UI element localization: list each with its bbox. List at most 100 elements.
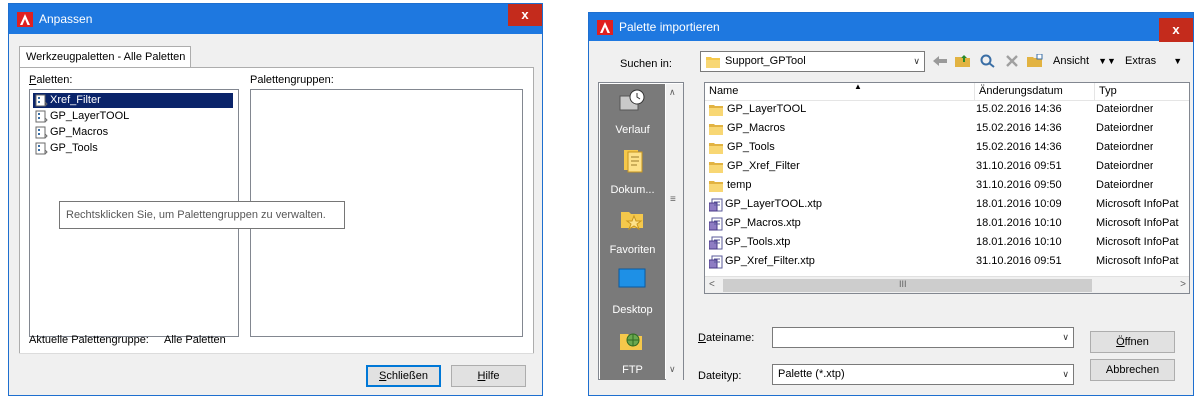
palette-item-gp-macros[interactable]: GP_Macros [33,125,233,140]
file-name: GP_Xref_Filter.xtp [725,255,815,267]
file-list[interactable]: Name ▲ Änderungsdatum Typ GP_LayerTOOL 1… [704,82,1190,294]
file-name: GP_LayerTOOL.xtp [725,198,823,210]
palette-item-label: Xref_Filter [50,94,101,106]
file-date: 31.10.2016 09:51 [976,255,1062,267]
file-row[interactable]: GP_Tools 15.02.2016 14:36 Dateiordner [705,138,1189,157]
file-row[interactable]: GP_LayerTOOL 15.02.2016 14:36 Dateiordne… [705,100,1189,119]
view-menu-label: Ansicht [1053,55,1090,67]
file-row[interactable]: GP_Tools.xtp 18.01.2016 10:10 Microsoft … [705,233,1189,252]
import-close-button[interactable]: x [1159,18,1193,42]
file-row[interactable]: GP_LayerTOOL.xtp 18.01.2016 10:09 Micros… [705,195,1189,214]
palette-groups-label: Palettengruppen: [250,74,334,86]
scroll-up-icon[interactable]: ∧ [669,87,676,98]
scroll-right-icon[interactable]: > [1180,279,1186,290]
delete-icon[interactable] [1004,54,1020,68]
folder-icon [709,143,723,154]
xtp-file-icon [709,217,723,231]
file-date: 15.02.2016 14:36 [976,103,1062,115]
file-name: GP_Tools [727,141,775,153]
tools-menu[interactable]: ▼ Extras ▼ [1107,55,1182,67]
customize-dialog: Anpassen x Werkzeugpaletten - Alle Palet… [8,3,543,396]
tab-palettes-all[interactable]: Werkzeugpaletten - Alle Paletten [19,46,191,68]
palette-item-gp-layertool[interactable]: GP_LayerTOOL [33,109,233,124]
column-header-type[interactable]: Typ [1095,83,1189,101]
documents-icon[interactable] [622,148,644,174]
file-date: 15.02.2016 14:36 [976,122,1062,134]
palette-item-gp-tools[interactable]: GP_Tools [33,141,233,156]
look-in-combo[interactable]: Support_GPTool ∨ [700,51,925,72]
palette-icon [35,126,48,139]
file-row[interactable]: temp 31.10.2016 09:50 Dateiordner [705,176,1189,195]
scroll-thumb[interactable] [723,279,1092,292]
look-in-value: Support_GPTool [725,55,806,67]
place-ftp[interactable]: FTP [600,364,665,376]
customize-titlebar[interactable]: Anpassen [9,4,542,34]
file-type: Microsoft InfoPat [1096,255,1179,267]
folder-icon [709,105,723,116]
file-type: Dateiordner [1096,179,1154,191]
view-menu[interactable]: Ansicht ▼ [1053,55,1107,67]
palette-item-xref-filter[interactable]: Xref_Filter [33,93,233,108]
filename-input[interactable]: ∨ [772,327,1074,348]
file-row[interactable]: GP_Macros 15.02.2016 14:36 Dateiordner [705,119,1189,138]
file-type: Microsoft InfoPat [1096,198,1179,210]
scroll-grip-icon: ≡ [670,194,676,205]
import-titlebar[interactable]: Palette importieren [589,13,1193,41]
filetype-select[interactable]: Palette (*.xtp) ∨ [772,364,1074,385]
history-icon[interactable] [618,88,646,116]
column-header-name[interactable]: Name [705,83,975,101]
file-date: 31.10.2016 09:50 [976,179,1062,191]
file-row[interactable]: GP_Xref_Filter.xtp 31.10.2016 09:51 Micr… [705,252,1189,271]
palettes-label: Paletten: [29,74,73,86]
file-name: GP_LayerTOOL [727,103,807,115]
file-name: GP_Tools.xtp [725,236,791,248]
scroll-down-icon[interactable]: ∨ [669,364,676,375]
file-type: Microsoft InfoPat [1096,217,1179,229]
file-name: GP_Xref_Filter [727,160,800,172]
new-folder-icon[interactable] [1027,54,1043,68]
up-folder-icon[interactable] [955,54,971,68]
close-button[interactable]: Schließen [366,365,441,387]
column-header-date[interactable]: Änderungsdatum [975,83,1095,101]
import-title: Palette importieren [619,20,720,34]
open-button[interactable]: Öffnen [1090,331,1175,353]
palette-groups-tooltip: Rechtsklicken Sie, um Palettengruppen zu… [59,201,345,229]
file-name: temp [727,179,752,191]
filename-label: Dateiname: [698,332,755,344]
autocad-logo-icon [17,12,33,27]
back-icon[interactable] [932,54,948,68]
place-documents[interactable]: Dokum... [600,184,665,196]
places-bar: Verlauf Dokum... Favoriten Desktop FTP ∧… [598,82,684,380]
file-type: Dateiordner [1096,103,1154,115]
file-type: Dateiordner [1096,160,1154,172]
search-web-icon[interactable] [980,54,996,68]
close-icon: x [521,7,529,22]
places-scrollbar[interactable]: ∧ ≡ ∨ [666,84,683,380]
xtp-file-icon [709,198,723,212]
help-button[interactable]: Hilfe [451,365,526,387]
dropdown-arrow-icon: ▼ [1173,56,1183,66]
file-list-hscrollbar[interactable]: < III > [705,276,1189,293]
folder-icon [709,162,723,173]
favorites-icon[interactable] [620,206,646,232]
ftp-icon[interactable] [618,326,646,354]
file-name: GP_Macros [727,122,786,134]
filetype-label: Dateityp: [698,370,742,382]
look-in-label: Suchen in: [620,58,672,70]
desktop-icon[interactable] [618,268,646,290]
palette-item-label: GP_Tools [50,142,98,154]
scroll-grip: III [899,279,907,289]
divider [19,353,534,354]
place-desktop[interactable]: Desktop [600,304,665,316]
place-favorites[interactable]: Favoriten [600,244,665,256]
chevron-down-icon: ∨ [1062,369,1069,379]
file-row[interactable]: GP_Macros.xtp 18.01.2016 10:10 Microsoft… [705,214,1189,233]
folder-icon [706,57,720,68]
customize-close-button[interactable]: x [508,4,542,26]
place-history[interactable]: Verlauf [600,124,665,136]
scroll-left-icon[interactable]: < [709,279,715,290]
cancel-button[interactable]: Abbrechen [1090,359,1175,381]
file-name: GP_Macros.xtp [725,217,801,229]
palette-icon [35,94,48,107]
file-row[interactable]: GP_Xref_Filter 31.10.2016 09:51 Dateiord… [705,157,1189,176]
